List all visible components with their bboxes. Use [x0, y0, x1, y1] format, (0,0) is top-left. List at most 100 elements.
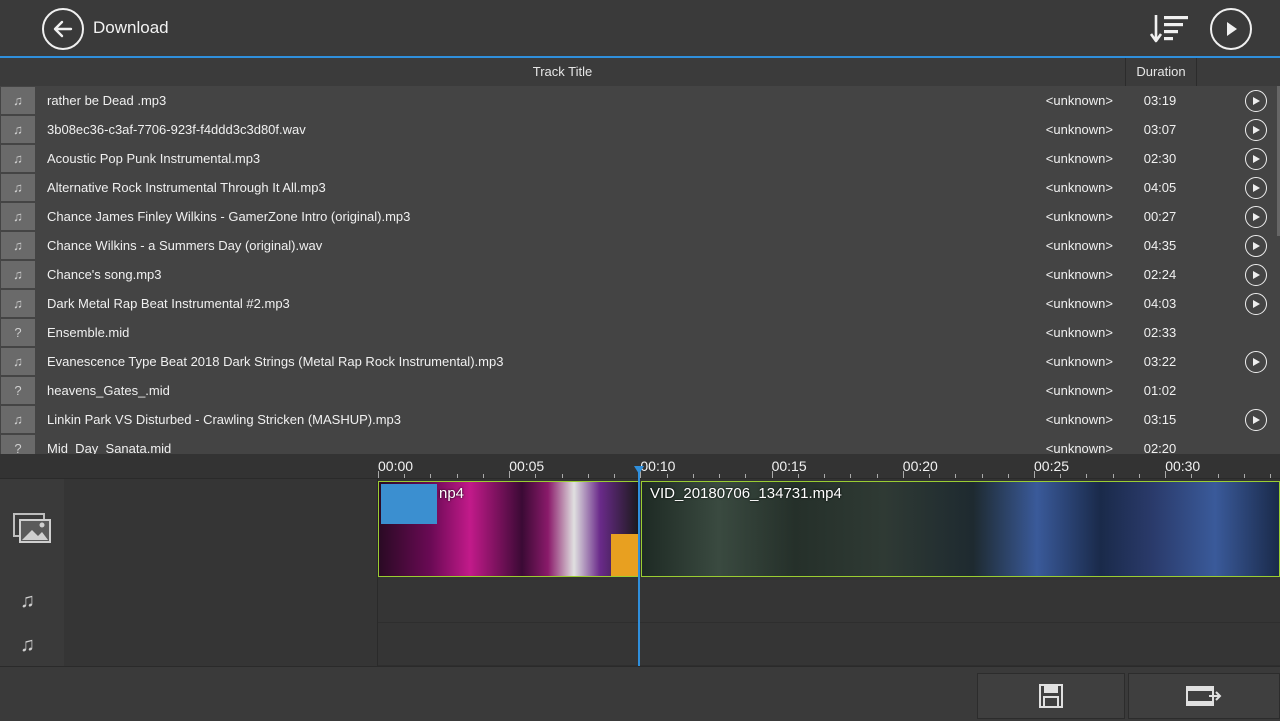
- play-icon: [1253, 97, 1260, 105]
- track-play-button[interactable]: [1245, 119, 1267, 141]
- time-tick: [745, 474, 747, 478]
- video-lane: np4 VID_20180706_134731.mp4: [378, 481, 1280, 577]
- track-row[interactable]: ♫ Linkin Park VS Disturbed - Crawling Str…: [0, 405, 1280, 435]
- time-tick: [1060, 474, 1062, 478]
- music-note-icon: ♫: [1, 116, 35, 143]
- track-duration: 01:02: [1143, 383, 1177, 398]
- question-icon: ?: [1, 319, 35, 346]
- clip-thumbnail: [381, 484, 437, 524]
- track-row[interactable]: ♫ Alternative Rock Instrumental Through I…: [0, 173, 1280, 203]
- time-tick: [378, 471, 379, 478]
- time-tick: [1270, 474, 1272, 478]
- time-tick-label: 00:25: [1034, 458, 1070, 474]
- audio-lane-2[interactable]: [378, 623, 1280, 666]
- track-name: Dark Metal Rap Beat Instrumental #2.mp3: [47, 296, 290, 311]
- play-icon: [1253, 213, 1260, 221]
- track-row[interactable]: ♫ Chance James Finley Wilkins - GamerZone…: [0, 202, 1280, 232]
- time-tick-label: 00:00: [378, 458, 414, 474]
- track-row[interactable]: ♫ rather be Dead .mp3 <unknown> 03:19: [0, 86, 1280, 116]
- music-note-icon: ♫: [20, 634, 35, 656]
- play-icon: [1253, 300, 1260, 308]
- track-row[interactable]: ♫ Dark Metal Rap Beat Instrumental #2.mp3…: [0, 289, 1280, 319]
- track-row[interactable]: ? heavens_Gates_.mid <unknown> 01:02: [0, 376, 1280, 406]
- play-icon: [1227, 22, 1237, 36]
- time-tick: [404, 474, 406, 478]
- timeline-empty-area: [64, 478, 378, 666]
- play-button[interactable]: [1210, 8, 1252, 50]
- music-note-icon: ♫: [1, 145, 35, 172]
- play-icon: [1253, 271, 1260, 279]
- track-play-button[interactable]: [1245, 235, 1267, 257]
- time-tick: [692, 474, 694, 478]
- video-clip[interactable]: VID_20180706_134731.mp4: [641, 481, 1280, 577]
- track-name: Mid_Day_Sanata.mid: [47, 441, 172, 454]
- play-icon: [1253, 155, 1260, 163]
- save-button[interactable]: [977, 673, 1125, 719]
- track-duration: 04:05: [1143, 180, 1177, 195]
- time-tick: [850, 474, 852, 478]
- track-artist: <unknown>: [1045, 412, 1113, 427]
- track-play-button[interactable]: [1245, 177, 1267, 199]
- track-icons-column: ♫ ♫: [0, 454, 65, 666]
- video-clip[interactable]: np4: [378, 481, 640, 577]
- playhead[interactable]: [638, 468, 640, 666]
- transition-marker[interactable]: [611, 534, 639, 576]
- track-play-button[interactable]: [1245, 206, 1267, 228]
- track-duration: 02:30: [1143, 151, 1177, 166]
- track-artist: <unknown>: [1045, 238, 1113, 253]
- track-name: Alternative Rock Instrumental Through It…: [47, 180, 326, 195]
- track-duration: 03:22: [1143, 354, 1177, 369]
- sort-button[interactable]: [1149, 12, 1190, 46]
- track-row[interactable]: ? Ensemble.mid <unknown> 02:33: [0, 318, 1280, 348]
- track-artist: <unknown>: [1045, 180, 1113, 195]
- back-button[interactable]: [42, 8, 84, 50]
- track-play-button[interactable]: [1245, 148, 1267, 170]
- track-play-button[interactable]: [1245, 293, 1267, 315]
- track-duration: 02:33: [1143, 325, 1177, 340]
- time-tick: [430, 474, 432, 478]
- time-tick: [902, 471, 904, 478]
- track-duration: 00:27: [1143, 209, 1177, 224]
- music-note-icon: ♫: [1, 406, 35, 433]
- music-note-icon: ♫: [1, 261, 35, 288]
- track-play-button[interactable]: [1245, 264, 1267, 286]
- question-icon: ?: [1, 377, 35, 404]
- track-play-button[interactable]: [1245, 351, 1267, 373]
- export-button[interactable]: [1128, 673, 1280, 719]
- time-tick-label: 00:10: [640, 458, 676, 474]
- track-row[interactable]: ♫ Chance Wilkins - a Summers Day (origina…: [0, 231, 1280, 261]
- time-tick: [509, 471, 511, 478]
- time-tick: [587, 474, 589, 478]
- time-tick-label: 00:20: [902, 458, 938, 474]
- music-note-icon: ♫: [1, 174, 35, 201]
- sort-icon: [1149, 15, 1188, 43]
- play-icon: [1253, 242, 1260, 250]
- track-artist: <unknown>: [1045, 296, 1113, 311]
- timeline: ♫ ♫ 00:00 00:05 00:10 00:15 00:20 00:25 00:30 …: [0, 454, 1280, 666]
- track-row[interactable]: ♫ Acoustic Pop Punk Instrumental.mp3 <unkn…: [0, 144, 1280, 174]
- track-name: 3b08ec36-c3af-7706-923f-f4ddd3c3d80f.wav: [47, 122, 306, 137]
- audio-lane-1[interactable]: [378, 580, 1280, 623]
- column-header-title[interactable]: Track Title: [0, 64, 1125, 79]
- track-row[interactable]: ♫ Chance's song.mp3 <unknown> 02:24: [0, 260, 1280, 290]
- back-arrow-icon: [53, 20, 73, 38]
- time-tick: [1217, 474, 1219, 478]
- track-name: Chance's song.mp3: [47, 267, 162, 282]
- track-row[interactable]: ♫ 3b08ec36-c3af-7706-923f-f4ddd3c3d80f.wa…: [0, 115, 1280, 145]
- column-header-duration[interactable]: Duration: [1125, 58, 1197, 86]
- music-note-icon: ♫: [1, 290, 35, 317]
- time-tick: [981, 474, 983, 478]
- track-artist: <unknown>: [1045, 93, 1113, 108]
- time-tick: [797, 474, 799, 478]
- time-tick: [482, 474, 484, 478]
- track-row[interactable]: ♫ Evanescence Type Beat 2018 Dark Strings…: [0, 347, 1280, 377]
- track-play-button[interactable]: [1245, 409, 1267, 431]
- time-tick-label: 00:15: [771, 458, 807, 474]
- track-artist: <unknown>: [1045, 267, 1113, 282]
- track-play-button[interactable]: [1245, 90, 1267, 112]
- music-note-icon: ♫: [1, 348, 35, 375]
- track-name: Ensemble.mid: [47, 325, 130, 340]
- time-tick: [771, 471, 773, 478]
- track-duration: 02:20: [1143, 441, 1177, 454]
- track-row[interactable]: ? Mid_Day_Sanata.mid <unknown> 02:20: [0, 434, 1280, 454]
